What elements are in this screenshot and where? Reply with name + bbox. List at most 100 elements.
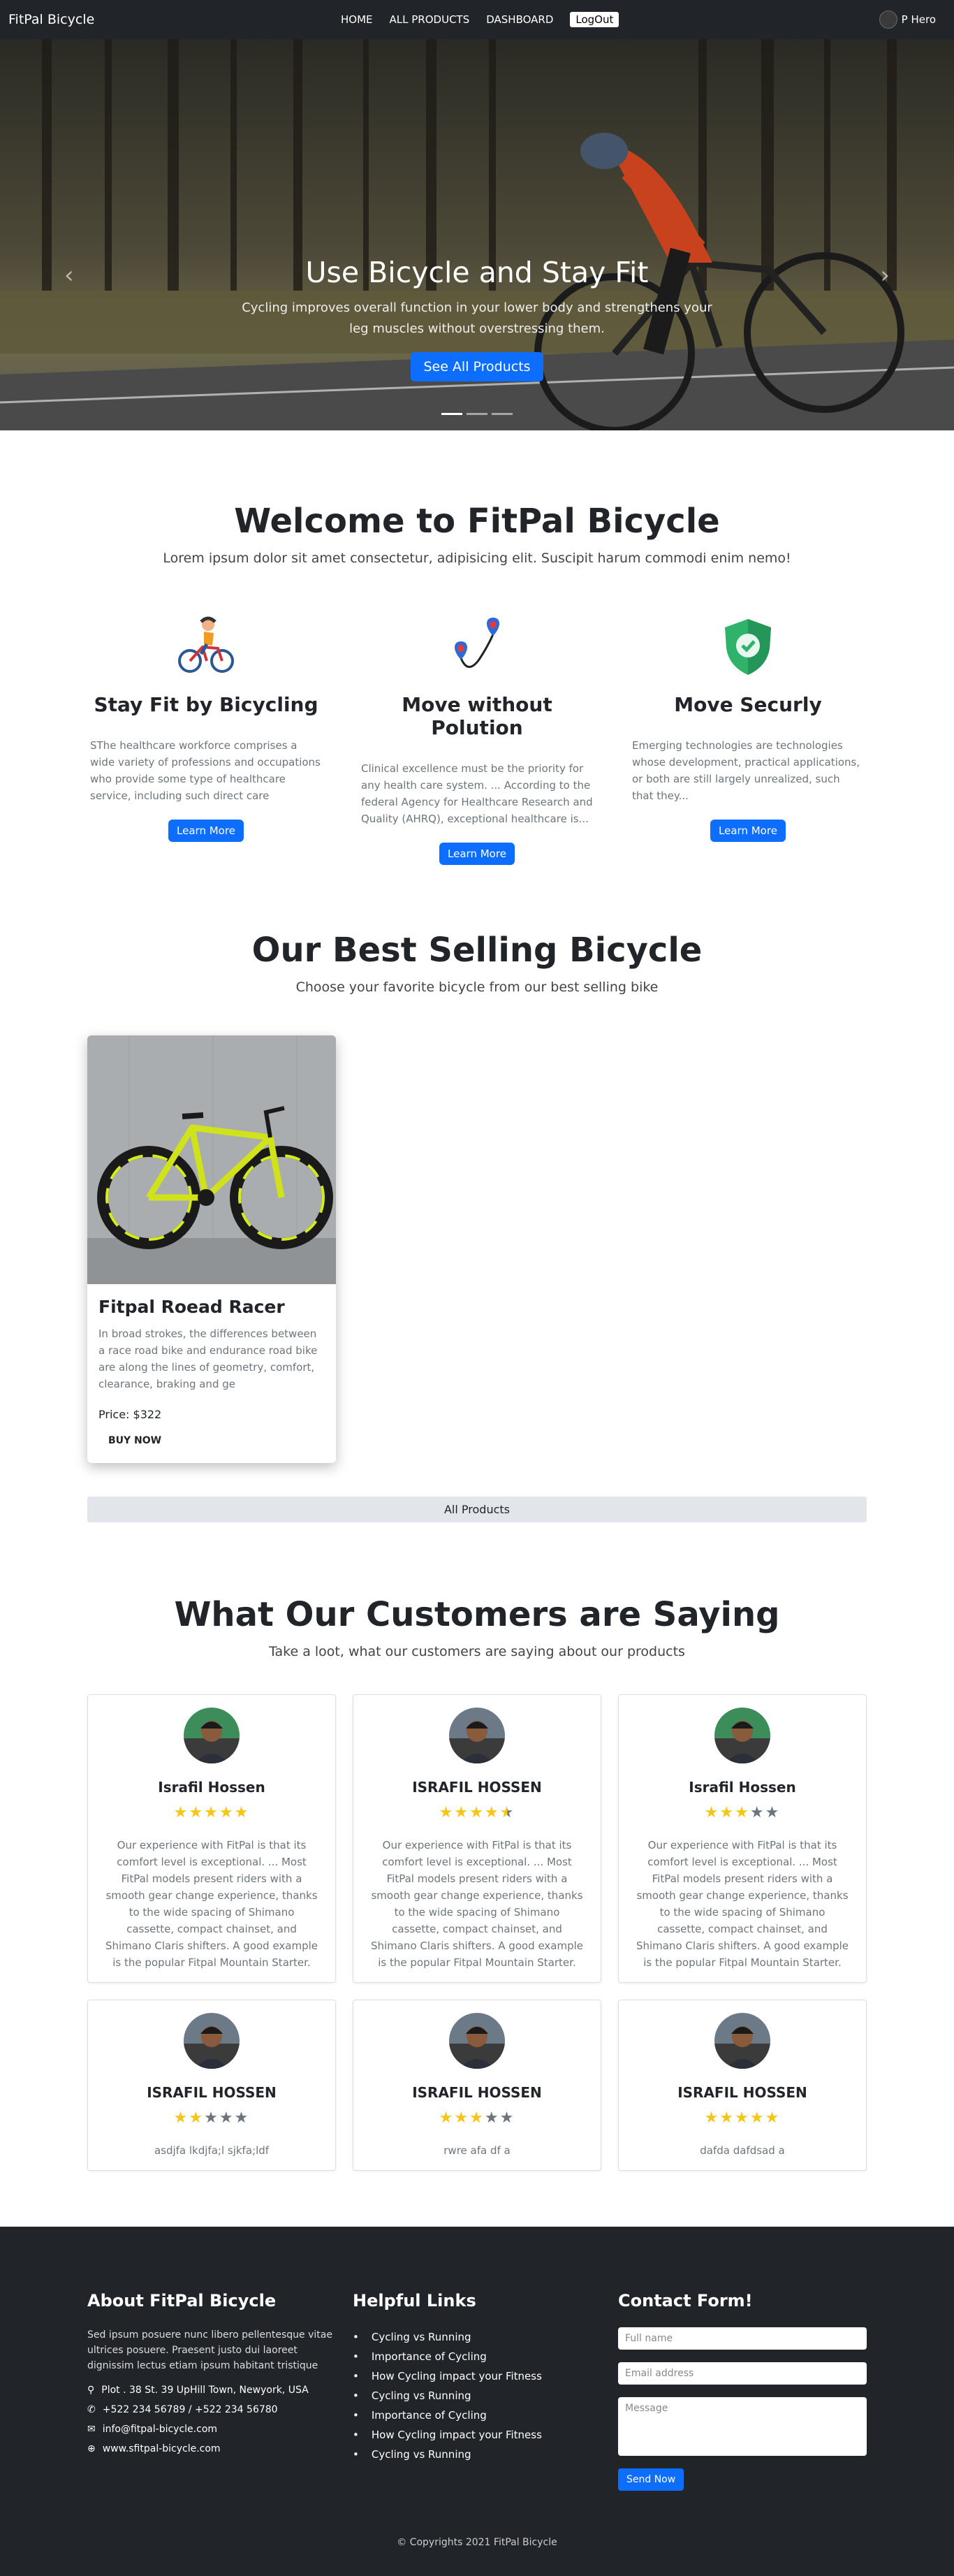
carousel-indicator[interactable] [467,413,487,415]
shield-check-icon [629,615,867,678]
best-selling-subtitle: Choose your favorite bicycle from our be… [295,980,659,995]
learn-more-button[interactable]: Learn More [710,820,786,842]
cyclist-icon [87,615,325,678]
hero-text: Cycling improves overall function in you… [242,300,712,336]
reviewer-name: ISRAFIL HOSSEN [677,2084,807,2101]
rating-stars: ★★★★★ [636,1804,849,1821]
reviewer-name: ISRAFIL HOSSEN [412,1779,542,1796]
logout-button[interactable]: LogOut [570,12,619,27]
star-icon: ★ [469,1804,485,1821]
product-description: In broad strokes, the differences betwee… [98,1327,318,1390]
star-icon: ★ [469,2109,485,2127]
rating-stars: ★★★★★ [370,1804,584,1821]
review-card: ISRAFIL HOSSEN ★★★★★ dafda dafdsad a [618,2000,867,2171]
star-icon: ★ [173,2109,189,2127]
navbar: FitPal Bicycle HOME ALL PRODUCTS DASHBOA… [0,0,954,39]
reviewer-name: ISRAFIL HOSSEN [147,2084,277,2101]
carousel-indicators [0,413,954,415]
footer-link[interactable]: How Cycling impact your Fitness [353,2425,601,2445]
learn-more-button[interactable]: Learn More [168,820,244,842]
nav-all-products[interactable]: ALL PRODUCTS [390,13,470,26]
review-text: Our experience with FitPal is that its c… [636,1839,849,1969]
review-card: Israfil Hossen ★★★★★ Our experience with F… [618,1694,867,1983]
rating-stars: ★★★★★ [105,1804,318,1821]
rating-stars: ★★★★★ [370,2109,584,2127]
email-link[interactable]: info@fitpal-bicycle.com [103,2419,217,2439]
feature-text: Emerging technologies are technologies w… [632,739,860,802]
user-menu[interactable]: P Hero [879,10,936,29]
feature-title: Move Securly [674,693,822,716]
star-icon: ★ [735,1804,750,1821]
star-icon: ★ [439,2109,455,2127]
all-products-button[interactable]: All Products [87,1497,867,1522]
footer-link[interactable]: Importance of Cycling [353,2347,601,2366]
carousel-indicator[interactable] [441,413,462,415]
welcome-section: Welcome to FitPal Bicycle Lorem ipsum do… [0,430,954,865]
buy-now-button[interactable]: BUY NOW [98,1435,325,1446]
reviewer-avatar [184,1708,240,1763]
feature-card: Move without Polution Clinical excellenc… [358,615,596,865]
review-card: ISRAFIL HOSSEN ★★★★★ asdjfa lkdjfa;l sjkfa… [87,2000,336,2171]
address-text: Plot . 38 St. 39 UpHill Town, Newyork, U… [101,2385,309,2396]
links-title: Helpful Links [353,2291,476,2311]
star-icon: ★ [219,1804,235,1821]
message-textarea[interactable]: Message [618,2397,867,2456]
full-name-input[interactable]: Full name [618,2327,867,2350]
review-text: dafda dafdsad a [700,2144,785,2157]
reviews-title: What Our Customers are Saying [174,1595,780,1634]
nav-links: HOME ALL PRODUCTS DASHBOARD LogOut [341,12,619,27]
footer-link[interactable]: Cycling vs Running [353,2445,601,2464]
star-icon: ★ [719,2109,735,2127]
footer: About FitPal Bicycle Sed ipsum posuere n… [0,2227,954,2576]
about-title: About FitPal Bicycle [87,2291,277,2311]
footer-contact-form: Contact Form! Full name Email address Me… [618,2291,867,2491]
reviewer-avatar [449,2013,505,2069]
reviewer-avatar [714,1708,770,1763]
reviewer-avatar [449,1708,505,1763]
reviewer-avatar [714,2013,770,2069]
helpful-links: Cycling vs Running Importance of Cycling… [353,2327,601,2464]
feature-card: Move Securly Emerging technologies are t… [629,615,867,865]
footer-link[interactable]: Importance of Cycling [353,2406,601,2425]
website-link[interactable]: www.sfitpal-bicycle.com [103,2439,221,2459]
footer-link[interactable]: How Cycling impact your Fitness [353,2366,601,2386]
star-icon: ★ [189,1804,205,1821]
user-name: P Hero [901,13,936,26]
feature-title: Move without Polution [402,693,552,739]
nav-dashboard[interactable]: DASHBOARD [486,13,553,26]
rating-stars: ★★★★★ [105,2109,318,2127]
avatar [879,10,897,29]
star-icon: ★ [189,2109,205,2127]
carousel-indicator[interactable] [492,413,513,415]
star-icon: ★ [499,2109,515,2127]
footer-link[interactable]: Cycling vs Running [353,2327,601,2347]
email-input[interactable]: Email address [618,2362,867,2385]
review-text: Our experience with FitPal is that its c… [105,1839,318,1969]
feature-title: Stay Fit by Bicycling [94,693,318,716]
see-all-products-button[interactable]: See All Products [411,352,543,381]
review-card: ISRAFIL HOSSEN ★★★★★ Our experience with F… [353,1694,601,1983]
review-grid: Israfil Hossen ★★★★★ Our experience with F… [87,1694,867,2171]
product-cards: Fitpal Roead Racer In broad strokes, the… [87,1035,867,1463]
contact-title: Contact Form! [618,2291,753,2311]
brand-logo[interactable]: FitPal Bicycle [8,12,94,27]
feature-text: SThe healthcare workforce comprises a wi… [90,739,321,802]
review-text: asdjfa lkdjfa;l sjkfa;ldf [154,2144,270,2157]
about-text: Sed ipsum posuere nunc libero pellentesq… [87,2329,332,2371]
star-icon: ★ [765,2109,781,2127]
star-icon: ★ [234,2109,250,2127]
reviewer-name: Israfil Hossen [158,1779,265,1796]
email-icon: ✉ [87,2424,96,2435]
star-icon: ★ [749,2109,765,2127]
star-icon: ★ [204,1804,219,1821]
hero-carousel: ‹ › Use Bicycle and Stay Fit Cycling imp… [0,39,954,430]
star-icon: ★ [749,1804,765,1821]
nav-home[interactable]: HOME [341,13,373,26]
hero-title: Use Bicycle and Stay Fit [305,256,649,289]
learn-more-button[interactable]: Learn More [439,843,515,865]
star-icon: ★ [454,2109,470,2127]
feature-text: Clinical excellence must be the priority… [361,762,593,825]
send-now-button[interactable]: Send Now [618,2468,684,2491]
footer-link[interactable]: Cycling vs Running [353,2386,601,2406]
star-icon: ★ [719,1804,735,1821]
